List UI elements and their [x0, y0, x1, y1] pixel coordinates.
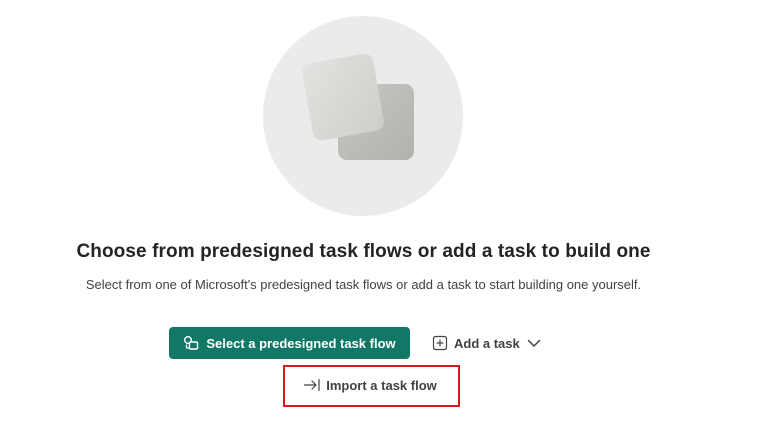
select-predesigned-task-flow-button[interactable]: Select a predesigned task flow [169, 327, 410, 359]
arrow-import-icon [303, 377, 321, 393]
import-task-flow-label: Import a task flow [326, 377, 437, 393]
front-square [302, 53, 384, 141]
select-predesigned-label: Select a predesigned task flow [206, 335, 396, 351]
squares-graphic [302, 53, 414, 160]
overlapping-squares-illustration [263, 16, 463, 216]
task-flow-empty-state: Choose from predesigned task flows or ad… [0, 0, 763, 440]
import-task-flow-button[interactable]: Import a task flow [285, 367, 455, 403]
chevron-down-icon [526, 335, 542, 351]
add-task-button[interactable]: Add a task [426, 327, 548, 359]
add-square-icon [432, 335, 448, 351]
add-task-label: Add a task [454, 335, 520, 351]
task-flow-icon [183, 335, 199, 351]
empty-state-headline: Choose from predesigned task flows or ad… [76, 241, 651, 262]
empty-state-description: Select from one of Microsoft's predesign… [85, 277, 642, 292]
